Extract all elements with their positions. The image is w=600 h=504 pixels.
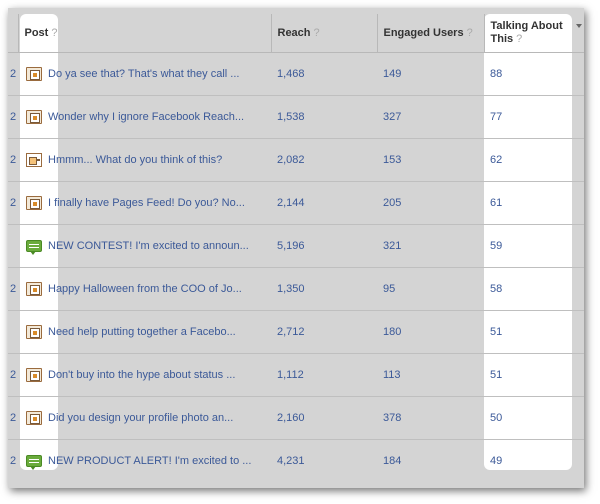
table-wrapper: Post? Reach? Engaged Users? Talking Abou… [8,14,584,482]
post-cell[interactable]: NEW PRODUCT ALERT! I'm excited to ... [18,438,271,482]
header-date-cell [8,14,19,52]
post-cell[interactable]: Did you design your profile photo an... [18,395,271,439]
row-date-fragment: 2 [10,67,17,80]
help-icon[interactable]: ? [51,27,57,39]
post-link[interactable]: NEW CONTEST! I'm excited to announ... [48,240,249,252]
engaged-users-value[interactable]: 149 [377,52,484,95]
talking-about-value[interactable]: 51 [484,352,584,396]
talking-about-value[interactable]: 50 [484,395,584,439]
talking-about-value[interactable]: 62 [484,137,584,181]
header-reach-label: Reach [277,26,311,39]
row-date-fragment: 2 [8,352,18,396]
row-date-fragment: 2 [8,438,18,482]
talking-about-value[interactable]: 49 [484,438,584,482]
photo-icon [26,195,42,210]
help-icon[interactable]: ? [314,27,320,39]
table-row: 2 Did you design your profile photo an...… [8,395,584,439]
table-row: NEW CONTEST! I'm excited to announ... 5,1… [8,223,584,267]
table-row: 2 Do ya see that? That's what they call .… [8,52,584,95]
engaged-users-value[interactable]: 378 [377,395,484,439]
insights-table-frame: Post? Reach? Engaged Users? Talking Abou… [8,8,584,488]
engaged-users-value[interactable]: 180 [377,309,484,353]
row-date-fragment [8,223,18,267]
header-reach[interactable]: Reach? [271,14,378,52]
row-date-fragment: 2 [8,395,18,439]
row-date-fragment: 2 [8,137,18,181]
engaged-users-value[interactable]: 95 [377,266,484,310]
header-engaged-users[interactable]: Engaged Users? [377,14,485,52]
talking-about-value[interactable]: 59 [484,223,584,267]
table-header-row: Post? Reach? Engaged Users? Talking Abou… [8,14,584,52]
post-cell[interactable]: NEW CONTEST! I'm excited to announ... [18,223,271,267]
post-link[interactable]: Do ya see that? That's what they call ..… [48,68,239,80]
engaged-users-value[interactable]: 205 [377,180,484,224]
header-engaged-label: Engaged Users [383,26,464,39]
talking-about-value[interactable]: 88 [484,52,584,95]
row-date-fragment: 2 [8,180,18,224]
post-cell[interactable]: Happy Halloween from the COO of Jo... [18,266,271,310]
post-cell[interactable]: Wonder why I ignore Facebook Reach... [18,94,271,138]
reach-value[interactable]: 2,160 [271,395,377,439]
sort-desc-icon[interactable] [576,24,582,28]
talking-about-value[interactable]: 51 [484,309,584,353]
engaged-users-value[interactable]: 153 [377,137,484,181]
post-cell[interactable]: Hmmm... What do you think of this? [18,137,271,181]
table-row: 2 Don't buy into the hype about status ..… [8,352,584,396]
post-link[interactable]: Don't buy into the hype about status ... [48,369,235,381]
reach-value[interactable]: 1,112 [271,352,377,396]
reach-value[interactable]: 2,712 [271,309,377,353]
reach-value[interactable]: 1,350 [271,266,377,310]
row-date-fragment: 2 [8,94,18,138]
reach-value[interactable]: 1,538 [271,94,377,138]
post-cell[interactable]: Do ya see that? That's what they call ..… [18,52,271,95]
table-row: 2 I finally have Pages Feed! Do you? No..… [8,180,584,224]
table-row: 2 Happy Halloween from the COO of Jo... 1,… [8,266,584,310]
post-link[interactable]: Happy Halloween from the COO of Jo... [48,283,242,295]
photo-icon [26,324,42,339]
photo-icon [26,281,42,296]
row-date-fragment: 2 [8,266,18,310]
reach-value[interactable]: 1,468 [271,52,377,95]
help-icon[interactable]: ? [516,33,522,45]
header-post[interactable]: Post? [18,14,272,52]
row-date-fragment [8,309,18,353]
header-talking-about-this[interactable]: Talking About This? [484,14,584,52]
photo-icon [26,410,42,425]
post-cell[interactable]: I finally have Pages Feed! Do you? No... [18,180,271,224]
engaged-users-value[interactable]: 321 [377,223,484,267]
post-link[interactable]: Did you design your profile photo an... [48,412,233,424]
reach-value[interactable]: 4,231 [271,438,377,482]
talking-about-value[interactable]: 77 [484,94,584,138]
talking-about-value[interactable]: 61 [484,180,584,224]
photo-icon [26,109,42,124]
engaged-users-value[interactable]: 327 [377,94,484,138]
link-icon [26,152,42,167]
posts-table: Post? Reach? Engaged Users? Talking Abou… [8,14,584,482]
post-link[interactable]: I finally have Pages Feed! Do you? No... [48,197,245,209]
table-row: Need help putting together a Facebo... 2,… [8,309,584,353]
post-link[interactable]: Wonder why I ignore Facebook Reach... [48,111,244,123]
reach-value[interactable]: 2,082 [271,137,377,181]
post-cell[interactable]: Don't buy into the hype about status ... [18,352,271,396]
reach-value[interactable]: 5,196 [271,223,377,267]
post-link[interactable]: NEW PRODUCT ALERT! I'm excited to ... [48,455,251,467]
table-row: 2 Hmmm... What do you think of this? 2,082… [8,137,584,181]
header-talking-label: Talking About This [490,19,563,45]
post-link[interactable]: Hmmm... What do you think of this? [48,154,222,166]
status-icon [26,454,42,470]
post-cell[interactable]: Need help putting together a Facebo... [18,309,271,353]
engaged-users-value[interactable]: 184 [377,438,484,482]
reach-value[interactable]: 2,144 [271,180,377,224]
post-link[interactable]: Need help putting together a Facebo... [48,326,236,338]
photo-icon [26,66,42,81]
table-row: 2 NEW PRODUCT ALERT! I'm excited to ... 4,… [8,438,584,482]
table-row: 2 Wonder why I ignore Facebook Reach... 1,… [8,94,584,138]
help-icon[interactable]: ? [467,27,473,39]
photo-icon [26,367,42,382]
engaged-users-value[interactable]: 113 [377,352,484,396]
status-icon [26,239,42,255]
talking-about-value[interactable]: 58 [484,266,584,310]
header-post-label: Post [24,26,49,39]
